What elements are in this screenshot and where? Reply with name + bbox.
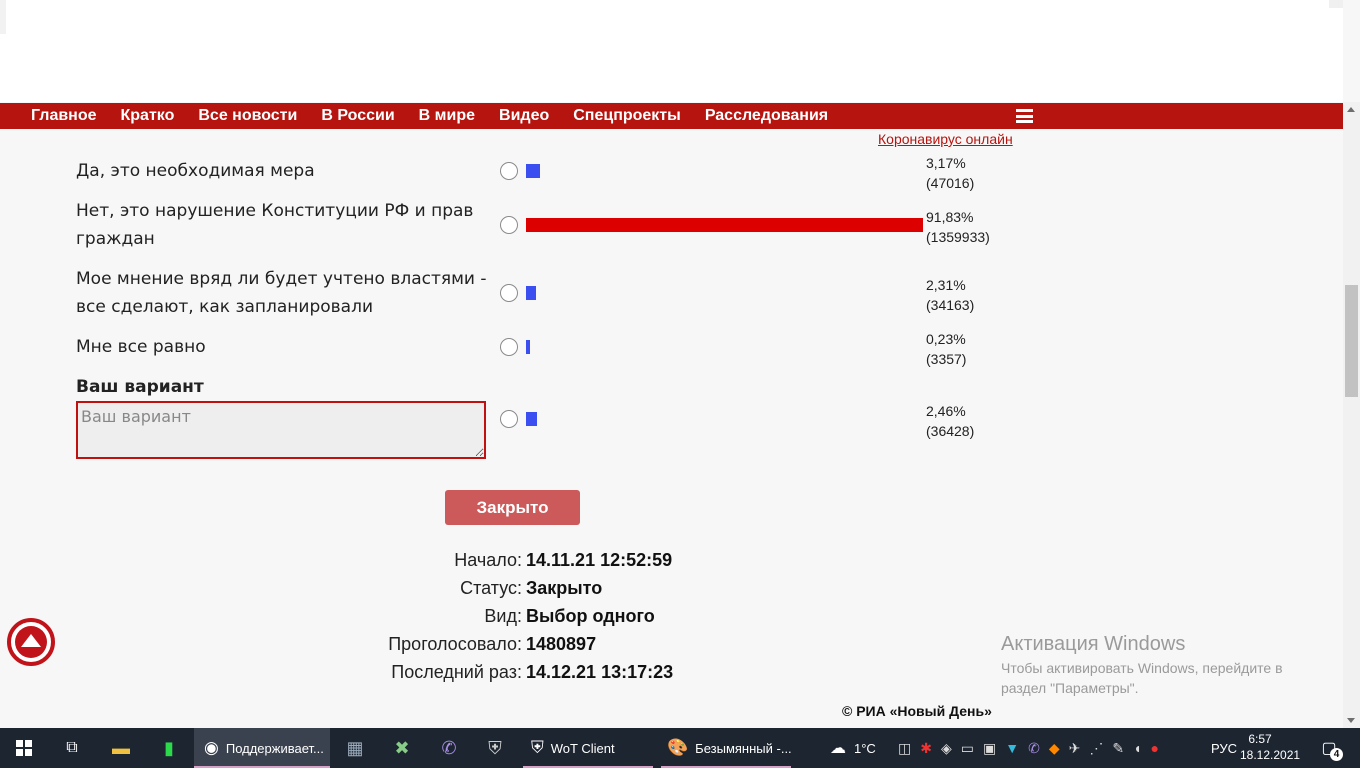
poll-option-label: Нет, это нарушение Конституции РФ и прав… (76, 201, 474, 249)
tray-camera-icon[interactable]: ◫ (898, 740, 920, 757)
info-last-vote: Последний раз: 14.12.21 13:17:23 (391, 662, 674, 682)
windows-activation-watermark: Активация Windows Чтобы активировать Win… (1001, 633, 1283, 696)
result-percent: 2,31% (34163) (926, 277, 975, 313)
poll-option-radio[interactable] (500, 162, 518, 180)
main-navbar: Главное Кратко Все новости В России В ми… (0, 103, 1343, 129)
scroll-to-top-button[interactable] (7, 618, 55, 666)
scroll-down-arrow-icon[interactable] (1347, 718, 1355, 723)
tray-viber-icon[interactable]: ✆ (1028, 740, 1049, 757)
result-percent: 3,17% (47016) (926, 155, 975, 191)
windows-taskbar: ⧉ ▬ ▮ ◉ Поддерживает... ▦ ✖ ✆ ⛨ ⛨ WoT Clie… (0, 728, 1360, 768)
green-app-icon[interactable]: ▮ (158, 728, 180, 768)
result-percent: 0,23% (3357) (926, 331, 967, 367)
system-tray-icons[interactable]: ◫ ✱ ◈ ▭ ▣ ▼ ✆ ◆ ✈ ⋰ ✎ ◖ ● (898, 728, 1168, 768)
taskbar-app-chrome[interactable]: ◉ Поддерживает... (194, 728, 330, 768)
tray-app-icon[interactable]: ◆ (1049, 740, 1069, 757)
result-bar (526, 218, 923, 232)
tray-vpn-icon[interactable]: ▼ (1005, 740, 1028, 756)
wot-icon[interactable]: ⛨ (484, 728, 506, 768)
tray-display-icon[interactable]: ▭ (961, 740, 983, 757)
tray-sensor-icon[interactable]: ▣ (983, 740, 1005, 757)
tray-volume-icon[interactable]: ◖ (1133, 740, 1150, 756)
language-indicator[interactable]: РУС (1211, 728, 1237, 768)
task-view-icon[interactable]: ⧉ (60, 728, 84, 768)
top-right-corner (1329, 0, 1343, 8)
result-bar (526, 286, 536, 300)
info-voted: Проголосовало: 1480897 (388, 634, 597, 654)
vertical-scrollbar[interactable] (1343, 102, 1360, 728)
tray-shield-icon[interactable]: ◈ (941, 740, 961, 757)
taskbar-app-paint[interactable]: 🎨 Безымянный -... (661, 728, 792, 768)
hamburger-menu-icon[interactable] (1016, 109, 1033, 123)
taskbar-clock[interactable]: 6:57 18.12.2021 (1240, 731, 1300, 763)
weather-widget[interactable]: ☁ 1°C (830, 728, 876, 768)
result-bar (526, 412, 537, 426)
browser-top-area (0, 0, 1343, 102)
scrollbar-thumb[interactable] (1345, 285, 1358, 397)
result-percent: 91,83% (1359933) (926, 209, 990, 245)
nav-item-russia[interactable]: В России (309, 107, 406, 125)
nav-item-investigations[interactable]: Расследования (693, 107, 840, 125)
info-type: Вид: Выбор одного (484, 606, 655, 626)
file-explorer-icon[interactable]: ▬ (108, 728, 134, 768)
windows-start-icon[interactable] (12, 728, 36, 768)
weather-icon: ☁ (830, 740, 846, 757)
coronavirus-online-link[interactable]: Коронавирус онлайн (878, 131, 1013, 147)
arrow-up-icon (21, 634, 41, 647)
tray-airplane-icon[interactable]: ✈ (1069, 740, 1090, 757)
nav-item-all-news[interactable]: Все новости (186, 107, 309, 125)
tray-opera-icon[interactable]: ● (1151, 740, 1168, 756)
copyright: © РИА «Новый День» (842, 703, 992, 719)
own-variant-title: Ваш вариант (76, 377, 204, 397)
tray-bug-icon[interactable]: ✱ (920, 740, 941, 757)
chrome-icon: ◉ (204, 738, 219, 757)
tray-pen-icon[interactable]: ✎ (1112, 740, 1133, 757)
calculator-icon[interactable]: ▦ (344, 728, 366, 768)
xbox-icon[interactable]: ✖ (390, 728, 414, 768)
taskbar-app-wot-client[interactable]: ⛨ WoT Client (523, 728, 653, 768)
poll-option-label: Мое мнение вряд ли будет учтено властями… (76, 269, 487, 317)
nav-item-video[interactable]: Видео (487, 107, 561, 125)
paint-icon: 🎨 (667, 738, 689, 757)
info-status: Статус: Закрыто (460, 578, 603, 598)
poll-option-radio[interactable] (500, 216, 518, 234)
left-edge (0, 0, 6, 34)
nav-item-world[interactable]: В мире (407, 107, 487, 125)
wot-client-icon: ⛨ (531, 738, 544, 757)
nav-item-special[interactable]: Спецпроекты (561, 107, 693, 125)
notifications-icon[interactable]: ▢ 4 (1318, 738, 1343, 761)
poll-option-label: Мне все равно (76, 337, 206, 357)
own-variant-input[interactable] (76, 401, 486, 459)
closed-button[interactable]: Закрыто (445, 490, 580, 525)
poll-option-radio[interactable] (500, 284, 518, 302)
scroll-up-arrow-icon[interactable] (1347, 107, 1355, 112)
own-variant-radio[interactable] (500, 410, 518, 428)
result-percent: 2,46% (36428) (926, 403, 975, 439)
result-bar (526, 340, 530, 354)
result-bar (526, 164, 540, 178)
nav-item-brief[interactable]: Кратко (109, 107, 187, 125)
tray-network-icon[interactable]: ⋰ (1089, 740, 1112, 757)
info-start: Начало: 14.11.21 12:52:59 (454, 550, 673, 570)
poll-option-radio[interactable] (500, 338, 518, 356)
nav-item-main[interactable]: Главное (19, 107, 109, 125)
poll-option-label: Да, это необходимая мера (76, 161, 315, 181)
viber-icon[interactable]: ✆ (437, 728, 461, 768)
